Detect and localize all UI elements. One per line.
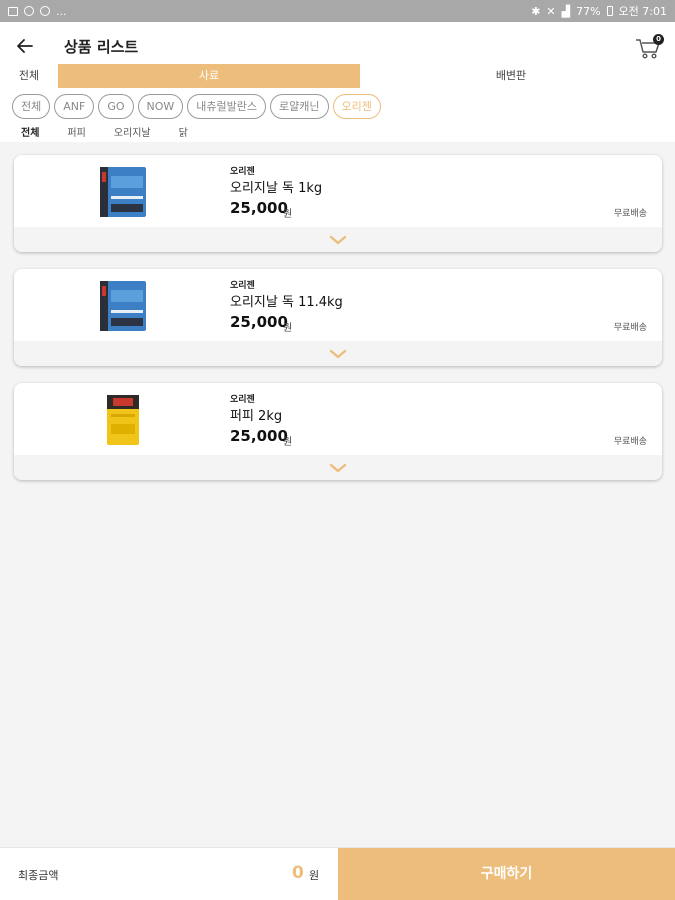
product-brand: 오리젠 [230,395,255,405]
product-card[interactable]: 오리젠 오리지날 독 11.4kg 25,000 원 무료배송 [14,269,662,366]
chevron-down-icon [329,235,347,244]
category-tabs: 전체 사료 배변판 [0,64,675,88]
status-more-text: ... [56,4,67,18]
product-card[interactable]: 오리젠 퍼피 2kg 25,000 원 무료배송 [14,383,662,480]
expand-button[interactable] [14,455,662,480]
arrow-left-icon [17,39,33,53]
subtab-chicken[interactable]: 닭 [179,124,188,139]
mute-icon: ✕ [546,4,556,18]
tab-food[interactable]: 사료 [58,64,360,88]
price-unit: 원 [283,209,293,220]
product-name: 오리지날 독 1kg [230,181,323,196]
price-unit: 원 [283,437,293,448]
price-unit: 원 [283,323,293,334]
product-name: 퍼피 2kg [230,409,283,424]
clock: 오전 7:01 [618,5,667,18]
total-label: 최종금액 [18,869,59,882]
shipping-label: 무료배송 [613,437,647,447]
shipping-label: 무료배송 [613,209,647,219]
product-name: 오리지날 독 11.4kg [230,295,343,310]
expand-button[interactable] [14,227,662,252]
back-button[interactable] [12,34,38,58]
chip-orijen[interactable]: 오리젠 [332,94,381,119]
expand-button[interactable] [14,341,662,366]
settings-notification-icon [40,6,50,16]
chip-royal-canin[interactable]: 로얄캐닌 [270,94,329,119]
chip-all[interactable]: 전체 [12,94,51,119]
cart-button[interactable]: 0 [634,34,664,64]
product-price: 25,000 [230,427,288,445]
sub-category-tabs: 전체 퍼피 오리지날 닭 [21,124,216,139]
image-notification-icon [8,6,18,16]
product-price: 25,000 [230,313,288,331]
bluetooth-icon: ✱ [531,4,541,18]
product-price: 25,000 [230,199,288,217]
status-bar: ... ✱ ✕ ▟ 77% 오전 7:01 [0,0,675,22]
chip-go[interactable]: GO [98,94,134,119]
total-value: 0 [292,863,304,883]
brand-filter: 전체 ANF GO NOW 내츄럴발란스 로얄캐닌 오리젠 [12,94,381,119]
cart-count-badge: 0 [653,34,664,45]
product-package-image [107,395,139,445]
chevron-down-icon [329,349,347,358]
subtab-puppy[interactable]: 퍼피 [67,124,85,139]
page-title: 상품 리스트 [64,38,139,56]
buy-button[interactable]: 구매하기 [338,848,675,900]
product-list: 오리젠 오리지날 독 1kg 25,000 원 무료배송 오리젠 오리지날 독 … [14,155,662,497]
chevron-down-icon [329,463,347,472]
status-right: ✱ ✕ ▟ 77% 오전 7:01 [531,3,667,19]
battery-percent: 77% [576,4,601,18]
product-brand: 오리젠 [230,281,255,291]
status-left: ... [8,5,67,18]
app-notification-icon [24,6,34,16]
battery-icon [606,6,613,16]
checkout-bar: 최종금액 0 원 구매하기 [0,847,675,900]
product-package-image [100,167,146,217]
chip-natural-balance[interactable]: 내츄럴발란스 [187,94,267,119]
signal-icon: ▟ [561,4,571,18]
total-unit: 원 [309,869,320,882]
subtab-all[interactable]: 전체 [21,124,39,139]
tab-pad[interactable]: 배변판 [360,64,662,88]
app-header: 상품 리스트 0 전체 사료 배변판 전체 ANF GO NOW 내츄럴발란스 … [0,22,675,142]
tab-all[interactable]: 전체 [0,64,58,88]
product-brand: 오리젠 [230,167,255,177]
subtab-original[interactable]: 오리지날 [114,124,151,139]
shipping-label: 무료배송 [613,323,647,333]
chip-anf[interactable]: ANF [54,94,95,119]
product-card[interactable]: 오리젠 오리지날 독 1kg 25,000 원 무료배송 [14,155,662,252]
chip-now[interactable]: NOW [137,94,184,119]
product-package-image [100,281,146,331]
